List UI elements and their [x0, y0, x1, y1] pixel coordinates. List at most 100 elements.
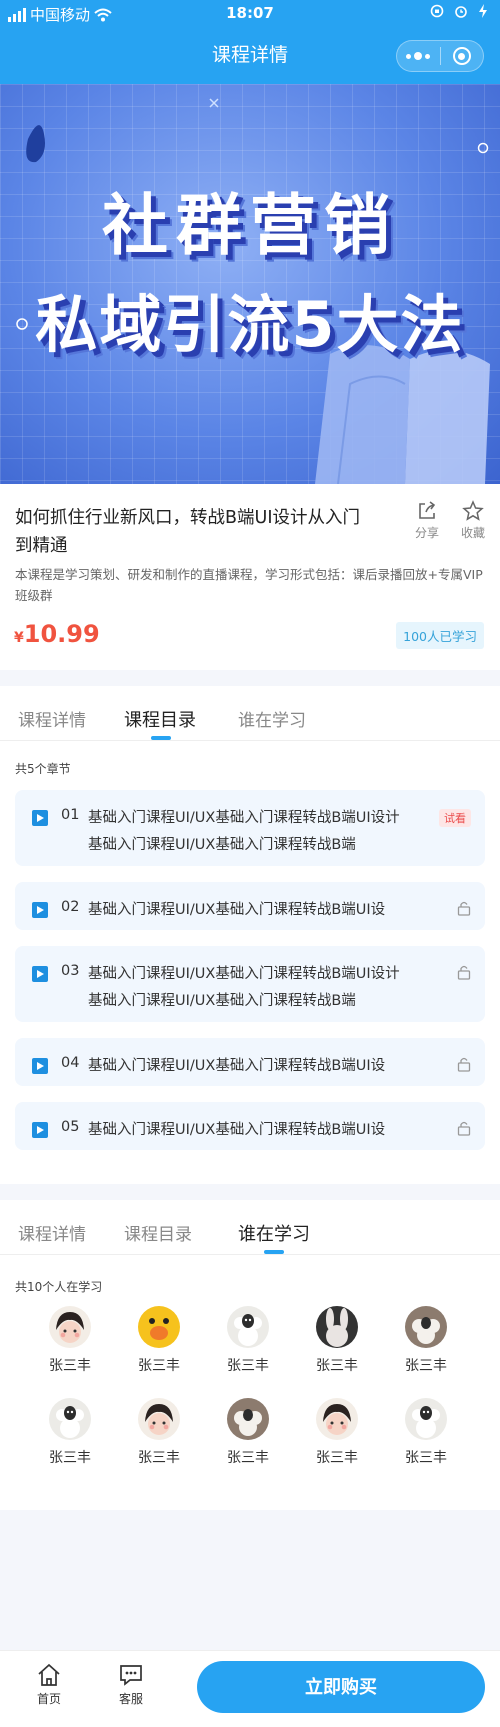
home-button[interactable]: 首页: [21, 1663, 77, 1707]
more-dot-icon: [406, 53, 412, 59]
tab-course-detail[interactable]: 课程详情: [18, 1220, 86, 1245]
girl-avatar: [316, 1398, 358, 1440]
bottom-action-bar: 首页 客服 立即购买: [0, 1650, 500, 1727]
girl-avatar: [138, 1398, 180, 1440]
course-info: 如何抓住行业新风口，转战B端UI设计从入门到精通 分享 收藏 本课程是学习策划、…: [0, 484, 500, 670]
status-right: [430, 4, 488, 18]
chapter-title: 基础入门课程UI/UX基础入门课程转战B端UI设计基础入门课程UI/UX基础入门…: [88, 810, 400, 853]
course-price: ¥10.99: [14, 620, 100, 648]
sheep-avatar: [405, 1306, 447, 1348]
learner-item[interactable]: 张三丰: [203, 1398, 293, 1467]
miniapp-capsule: [396, 40, 484, 72]
favorite-label: 收藏: [460, 526, 485, 540]
chat-icon: [120, 1665, 142, 1686]
sheep-avatar: [227, 1398, 269, 1440]
lock-icon: [457, 965, 471, 980]
learner-item[interactable]: 张三丰: [381, 1398, 471, 1467]
learner-name: 张三丰: [405, 1358, 447, 1374]
learners-section: 课程详情 课程目录 谁在学习 共10个人在学习 张三丰 张三丰 张三丰 张三丰 …: [0, 1200, 500, 1510]
chapter-count: 共5个章节: [15, 762, 71, 776]
tab-who-learning[interactable]: 谁在学习: [238, 706, 306, 731]
chapter-number: 03: [61, 963, 80, 979]
tab-bar: 课程详情 课程目录 谁在学习: [0, 686, 500, 741]
status-bar: 中国移动 18:07: [0, 4, 500, 26]
play-icon: [32, 966, 48, 982]
learner-item[interactable]: 张三丰: [114, 1398, 204, 1467]
price-symbol: ¥: [14, 630, 24, 646]
banner-subheadline: 私域引流5大法: [35, 288, 465, 361]
trial-badge[interactable]: 试看: [439, 809, 471, 827]
chapter-item[interactable]: 03 基础入门课程UI/UX基础入门课程转战B端UI设计基础入门课程UI/UX基…: [15, 946, 485, 1022]
learner-item[interactable]: 张三丰: [292, 1398, 382, 1467]
status-time: 18:07: [226, 4, 274, 22]
catalog-section: 课程详情 课程目录 谁在学习 共5个章节 01 基础入门课程UI/UX基础入门课…: [0, 686, 500, 1184]
course-title: 如何抓住行业新风口，转战B端UI设计从入门到精通: [15, 508, 360, 556]
price-value: 10.99: [23, 620, 100, 648]
chapter-item[interactable]: 01 基础入门课程UI/UX基础入门课程转战B端UI设计基础入门课程UI/UX基…: [15, 790, 485, 866]
home-label: 首页: [36, 1692, 61, 1706]
more-dot-icon: [425, 53, 431, 59]
sheep-avatar: [405, 1398, 447, 1440]
banner-headline: 社群营销: [102, 187, 398, 264]
duck-avatar: [138, 1306, 180, 1348]
alarm-icon: [455, 6, 467, 18]
sheep-avatar: [227, 1306, 269, 1348]
play-icon: [32, 902, 48, 918]
share-button[interactable]: 分享: [407, 500, 447, 541]
lock-icon: [457, 1121, 471, 1136]
orientation-lock-icon: [430, 4, 444, 18]
learners-badge: 100人已学习: [396, 622, 484, 649]
more-dot-icon: [414, 52, 423, 60]
learner-name: 张三丰: [138, 1358, 180, 1374]
learner-item[interactable]: 张三丰: [203, 1306, 293, 1375]
tab-bar: 课程详情 课程目录 谁在学习: [0, 1200, 500, 1255]
play-icon: [32, 810, 48, 826]
learner-name: 张三丰: [138, 1450, 180, 1466]
play-icon: [32, 1122, 48, 1138]
girl-avatar: [49, 1306, 91, 1348]
learner-item[interactable]: 张三丰: [25, 1398, 115, 1467]
course-description: 本课程是学习策划、研发和制作的直播课程，学习形式包括：课后录播回放+专属VIP班…: [15, 567, 483, 603]
buy-now-button[interactable]: 立即购买: [197, 1661, 485, 1713]
learner-name: 张三丰: [227, 1358, 269, 1374]
rabbit-avatar: [316, 1306, 358, 1348]
share-label: 分享: [414, 526, 439, 540]
favorite-button[interactable]: 收藏: [453, 500, 493, 541]
learner-item[interactable]: 张三丰: [381, 1306, 471, 1375]
close-miniapp-button[interactable]: [440, 47, 483, 65]
lock-icon: [457, 1057, 471, 1072]
lock-icon: [457, 901, 471, 916]
chapter-item[interactable]: 05 基础入门课程UI/UX基础入门课程转战B端UI设: [15, 1102, 485, 1150]
learner-item[interactable]: 张三丰: [114, 1306, 204, 1375]
learner-item[interactable]: 张三丰: [25, 1306, 115, 1375]
more-menu-button[interactable]: [397, 52, 440, 60]
tab-course-catalog[interactable]: 课程目录: [124, 1220, 192, 1245]
learner-name: 张三丰: [316, 1450, 358, 1466]
star-icon: [462, 500, 484, 521]
service-button[interactable]: 客服: [103, 1663, 159, 1707]
learner-name: 张三丰: [227, 1450, 269, 1466]
home-icon: [38, 1663, 60, 1686]
learner-count: 共10个人在学习: [15, 1280, 103, 1294]
course-banner: 社群营销 私域引流5大法: [0, 84, 500, 484]
charging-icon: [479, 4, 487, 18]
tab-indicator: [151, 736, 171, 740]
play-icon: [32, 1058, 48, 1074]
chapter-title: 基础入门课程UI/UX基础入门课程转战B端UI设: [88, 1122, 386, 1138]
learner-item[interactable]: 张三丰: [292, 1306, 382, 1375]
service-label: 客服: [118, 1692, 143, 1706]
chapter-title: 基础入门课程UI/UX基础入门课程转战B端UI设: [88, 902, 386, 918]
tab-who-learning[interactable]: 谁在学习: [238, 1220, 310, 1246]
chapter-number: 02: [61, 899, 80, 915]
tab-course-detail[interactable]: 课程详情: [18, 706, 86, 731]
chapter-number: 01: [61, 807, 80, 823]
chapter-title: 基础入门课程UI/UX基础入门课程转战B端UI设: [88, 1058, 386, 1074]
share-icon: [419, 501, 436, 519]
learner-name: 张三丰: [316, 1358, 358, 1374]
tab-course-catalog[interactable]: 课程目录: [124, 706, 196, 732]
chapter-item[interactable]: 04 基础入门课程UI/UX基础入门课程转战B端UI设: [15, 1038, 485, 1086]
chapter-item[interactable]: 02 基础入门课程UI/UX基础入门课程转战B端UI设: [15, 882, 485, 930]
learner-name: 张三丰: [49, 1358, 91, 1374]
sheep-avatar: [49, 1398, 91, 1440]
chapter-number: 05: [61, 1119, 80, 1135]
